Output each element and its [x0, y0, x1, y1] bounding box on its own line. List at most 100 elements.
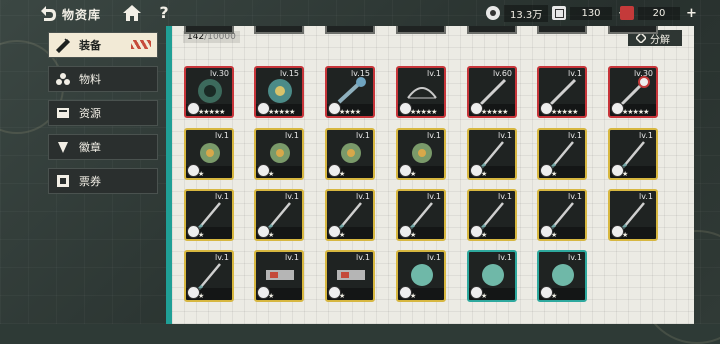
equipment-art-icon — [479, 202, 504, 229]
item-stars: ★ — [198, 231, 204, 239]
home-icon[interactable] — [122, 4, 142, 22]
equipment-item[interactable]: lv.1 ★ — [396, 250, 446, 302]
item-stars: ★★★★★ — [481, 108, 508, 116]
badge-icon — [58, 142, 68, 153]
item-stars: ★ — [410, 170, 416, 178]
equipment-item[interactable]: lv.1 ★ — [184, 128, 234, 180]
equipment-art-icon — [482, 264, 504, 286]
equipment-art-icon — [196, 263, 221, 290]
equipment-item[interactable]: lv.1 ★ — [537, 250, 587, 302]
scrolled-item-row — [325, 26, 375, 34]
equipment-item[interactable]: lv.15 ★★★★★ — [254, 66, 304, 118]
equipment-item[interactable]: lv.1 ★ — [467, 189, 517, 241]
back-button[interactable]: 物资库 — [38, 4, 101, 24]
equipment-art-icon — [198, 79, 222, 103]
category-sidebar: 装备 物料 资源 徽章 票券 — [36, 28, 168, 324]
equipment-item[interactable]: lv.1 ★★★★★ — [396, 66, 446, 118]
equipment-item[interactable]: lv.1 ★ — [254, 250, 304, 302]
equipment-art-icon — [411, 264, 433, 286]
sidebar-item-label: 物料 — [79, 73, 101, 86]
sidebar-item-badges[interactable]: 徽章 — [48, 134, 158, 160]
item-stars: ★ — [551, 231, 557, 239]
coin-value: 13.3万 — [504, 4, 549, 22]
stamina-icon — [620, 6, 634, 20]
equipment-item[interactable]: lv.1 ★ — [325, 128, 375, 180]
equipment-art-icon — [270, 143, 290, 163]
item-stars: ★ — [268, 292, 274, 300]
equipment-item[interactable]: lv.1 ★ — [608, 128, 658, 180]
scrolled-item-row — [254, 26, 304, 34]
scrolled-item-row — [608, 26, 658, 34]
sidebar-item-label: 徽章 — [79, 141, 101, 154]
equipment-art-icon — [408, 202, 433, 229]
sidebar-item-label: 装备 — [79, 39, 101, 52]
item-stars: ★ — [198, 170, 204, 178]
equipment-art-icon — [479, 141, 504, 168]
item-stars: ★★★★★ — [410, 108, 437, 116]
ticket-icon — [57, 175, 69, 187]
equipment-art-icon — [549, 202, 574, 229]
item-stars: ★ — [481, 170, 487, 178]
equipment-item[interactable]: lv.1 ★ — [184, 250, 234, 302]
equipment-art-icon — [549, 78, 577, 106]
equipment-item[interactable]: lv.1 ★ — [467, 128, 517, 180]
equipment-item[interactable]: lv.1 ★ — [254, 128, 304, 180]
equipment-art-icon — [268, 79, 292, 103]
equipment-art-icon — [479, 78, 507, 106]
equipment-item[interactable]: lv.1 ★ — [537, 189, 587, 241]
equipment-item[interactable]: lv.1 ★ — [537, 128, 587, 180]
active-stripes — [131, 40, 151, 49]
item-stars: ★★★★★ — [268, 108, 295, 116]
sidebar-item-equipment[interactable]: 装备 — [48, 32, 158, 58]
item-stars: ★ — [339, 231, 345, 239]
resources-icon — [57, 108, 69, 118]
top-bar: 物资库 ? 13.3万 + 130 + 20 + — [0, 0, 720, 26]
equipment-art-icon — [620, 141, 645, 168]
item-stars: ★ — [551, 292, 557, 300]
equipment-art-icon — [266, 202, 291, 229]
equipment-item[interactable]: lv.60 ★★★★★ — [467, 66, 517, 118]
decompose-icon — [636, 33, 646, 43]
ticket-icon — [552, 6, 566, 20]
item-stars: ★ — [622, 170, 628, 178]
item-stars: ★★★★ — [339, 108, 361, 116]
add-stamina-button[interactable]: + — [686, 6, 697, 21]
item-stars: ★ — [268, 170, 274, 178]
equipment-item[interactable]: lv.1 ★ — [608, 189, 658, 241]
equipment-art-icon — [341, 143, 361, 163]
equipment-art-icon — [266, 270, 294, 280]
equipment-art-icon — [549, 141, 574, 168]
equipment-item[interactable]: lv.1 ★★★★★ — [537, 66, 587, 118]
equipment-art-icon — [407, 87, 437, 99]
item-stars: ★ — [481, 231, 487, 239]
equipment-art-icon — [196, 202, 221, 229]
equipment-item[interactable]: lv.1 ★ — [184, 189, 234, 241]
sidebar-item-label: 票券 — [79, 175, 101, 188]
resource-ticket: 130 + — [552, 4, 629, 22]
equipment-item[interactable]: lv.1 ★ — [325, 250, 375, 302]
equipment-item[interactable]: lv.1 ★ — [325, 189, 375, 241]
ticket-value: 130 — [570, 6, 612, 20]
stamina-value: 20 — [638, 6, 680, 20]
item-stars: ★ — [410, 292, 416, 300]
item-stars: ★ — [481, 292, 487, 300]
equipment-item[interactable]: lv.1 ★ — [467, 250, 517, 302]
equipment-item[interactable]: lv.1 ★ — [254, 189, 304, 241]
equipment-item[interactable]: lv.30 ★★★★★ — [608, 66, 658, 118]
equipment-item[interactable]: lv.30 ★★★★★ — [184, 66, 234, 118]
item-stars: ★ — [410, 231, 416, 239]
sidebar-item-tickets[interactable]: 票券 — [48, 168, 158, 194]
equipment-item[interactable]: lv.1 ★ — [396, 128, 446, 180]
item-stars: ★ — [198, 292, 204, 300]
equipment-item[interactable]: lv.1 ★ — [396, 189, 446, 241]
equipment-art-icon — [620, 202, 645, 229]
equipment-art-icon — [412, 143, 432, 163]
help-icon[interactable]: ? — [156, 3, 172, 23]
sidebar-item-materials[interactable]: 物料 — [48, 66, 158, 92]
sidebar-item-label: 资源 — [79, 107, 101, 120]
equipment-art-icon — [200, 143, 220, 163]
equipment-item[interactable]: lv.15 ★★★★ — [325, 66, 375, 118]
scrolled-item-row — [396, 26, 446, 34]
equipment-art-icon — [337, 270, 365, 280]
sidebar-item-resources[interactable]: 资源 — [48, 100, 158, 126]
